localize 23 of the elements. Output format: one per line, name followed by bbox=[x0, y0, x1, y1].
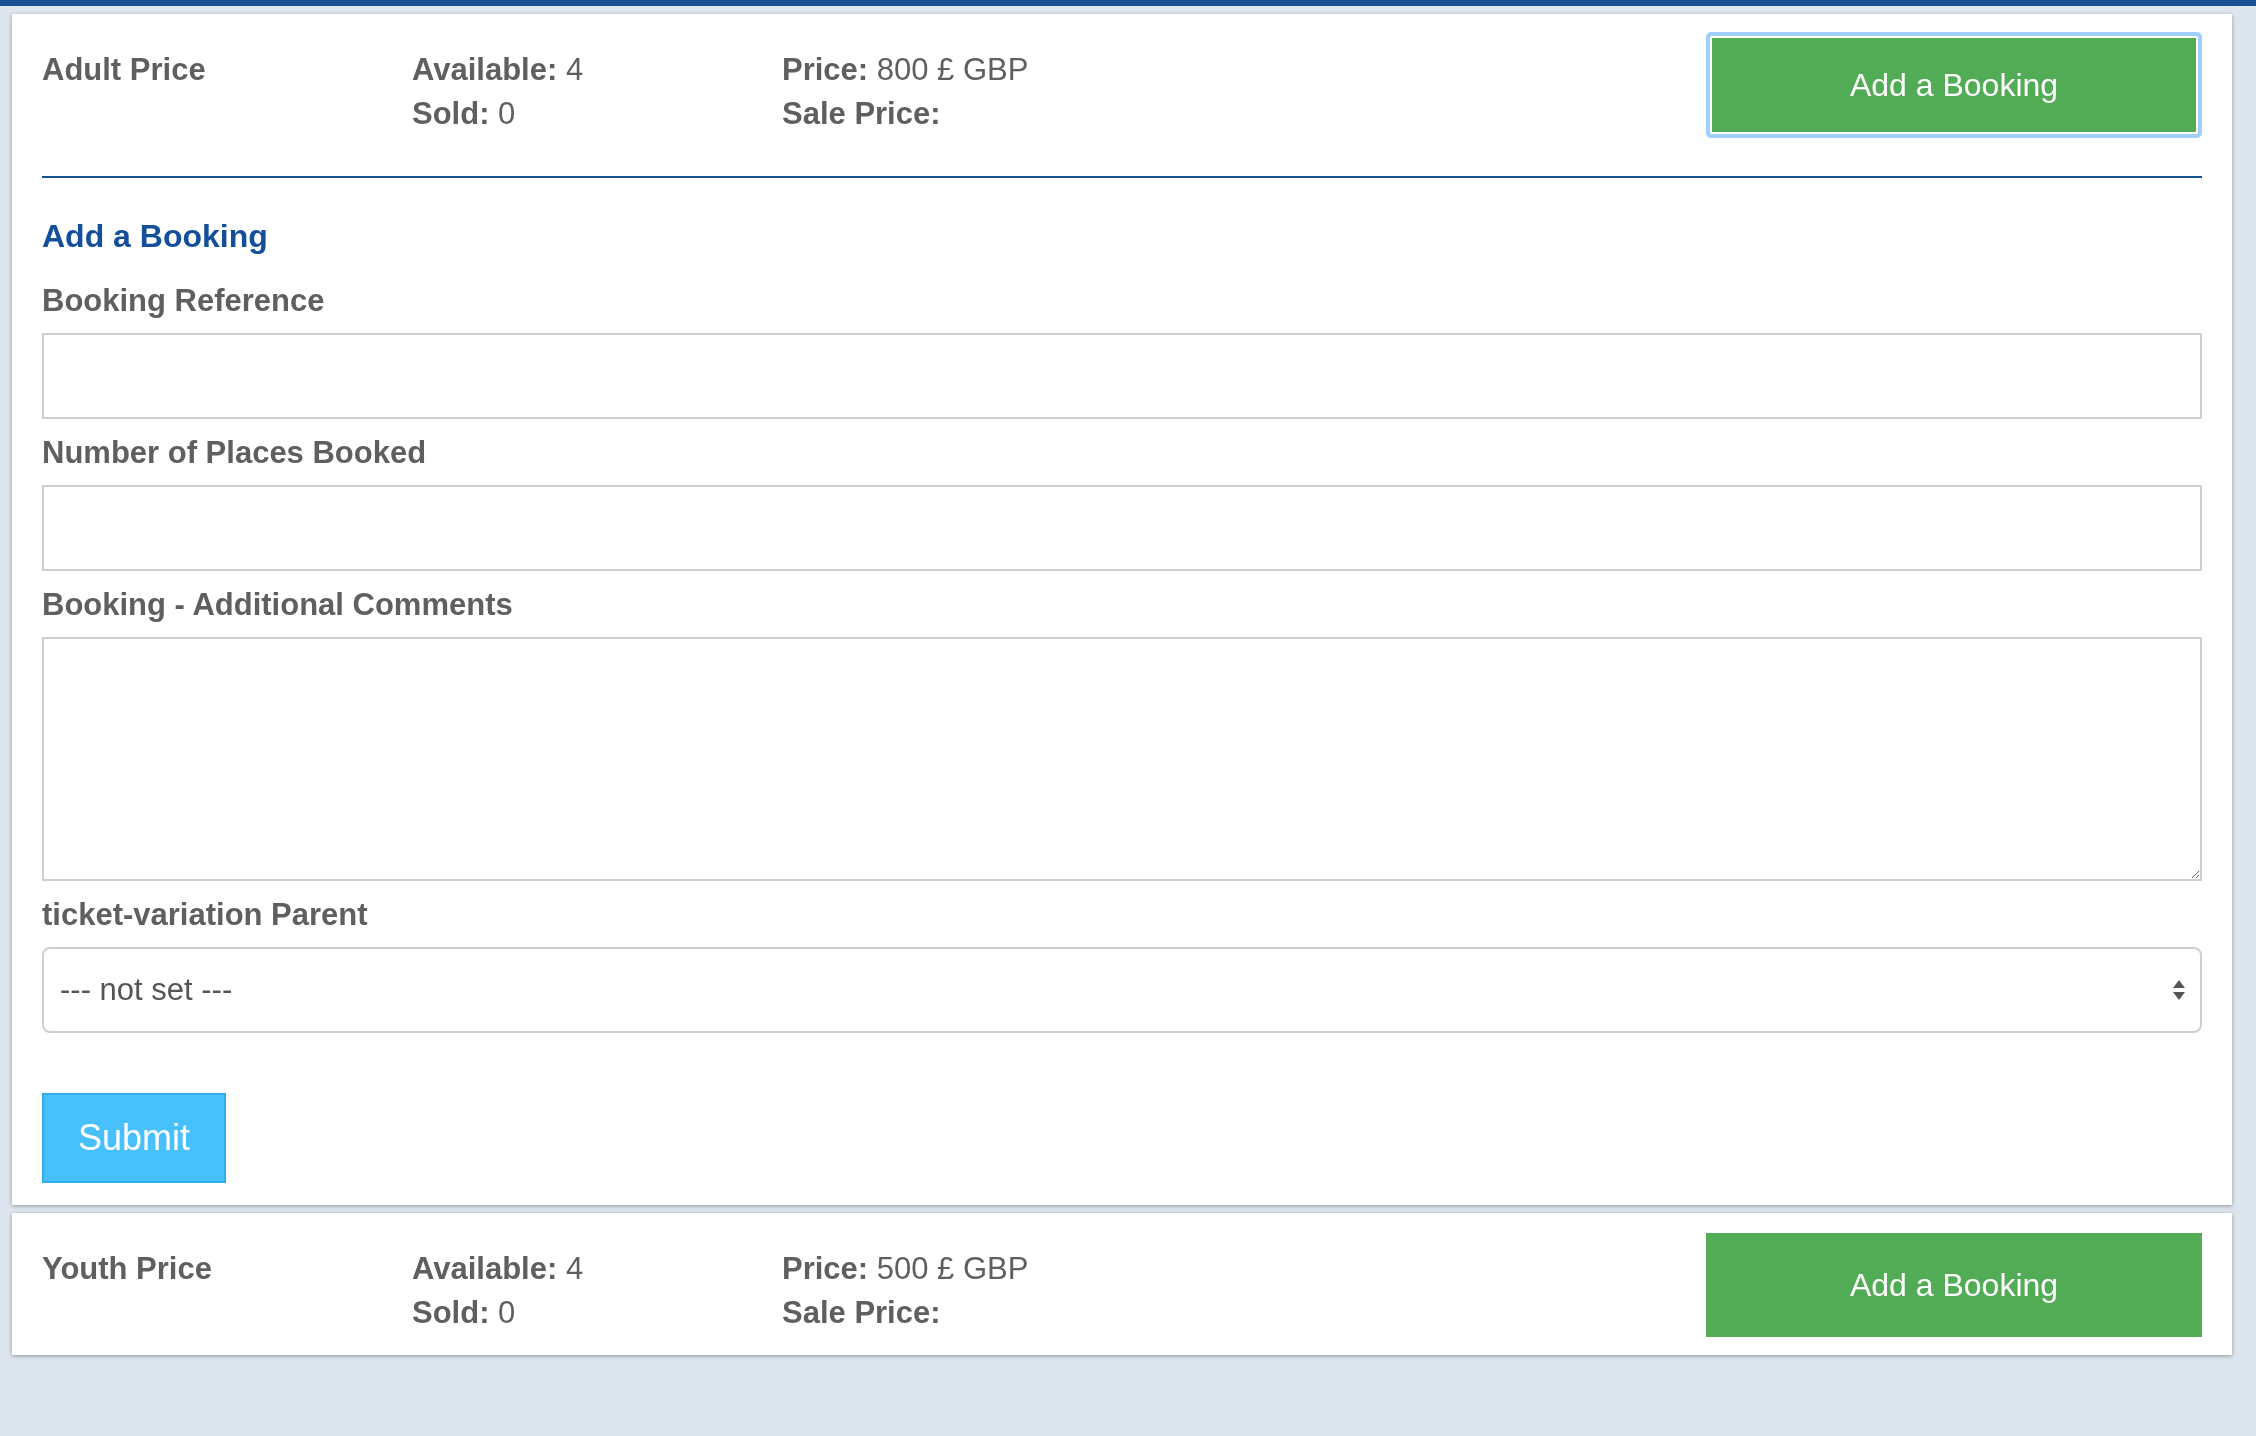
submit-button[interactable]: Submit bbox=[42, 1093, 227, 1183]
available-text: Available: 4 bbox=[412, 1251, 585, 1287]
sold-text: Sold: 0 bbox=[412, 1295, 517, 1331]
ticket-name: Youth Price bbox=[42, 1250, 213, 1287]
price-text: Price: 500 £ GBP bbox=[782, 1251, 1030, 1287]
add-booking-button[interactable]: Add a Booking bbox=[1706, 1233, 2202, 1337]
field-label: Booking - Additional Comments bbox=[42, 587, 514, 623]
text-field[interactable] bbox=[42, 485, 2202, 571]
sale-price-text: Sale Price: bbox=[782, 1295, 942, 1331]
field-label: Booking Reference bbox=[42, 283, 326, 319]
text-field[interactable] bbox=[42, 333, 2202, 419]
sale-price-text: Sale Price: bbox=[782, 96, 942, 132]
field-label: Number of Places Booked bbox=[42, 435, 428, 471]
ticket-name: Adult Price bbox=[42, 51, 207, 88]
available-text: Available: 4 bbox=[412, 52, 585, 88]
form-title: Add a Booking bbox=[42, 218, 269, 255]
select-field[interactable]: --- not set --- bbox=[42, 947, 2202, 1033]
sort-arrows-icon bbox=[2172, 978, 2186, 1002]
price-text: Price: 800 £ GBP bbox=[782, 52, 1030, 88]
add-booking-button[interactable]: Add a Booking bbox=[1706, 32, 2202, 138]
comments-field[interactable] bbox=[42, 637, 2202, 881]
sold-text: Sold: 0 bbox=[412, 96, 517, 132]
field-label: ticket-variation Parent bbox=[42, 897, 369, 933]
